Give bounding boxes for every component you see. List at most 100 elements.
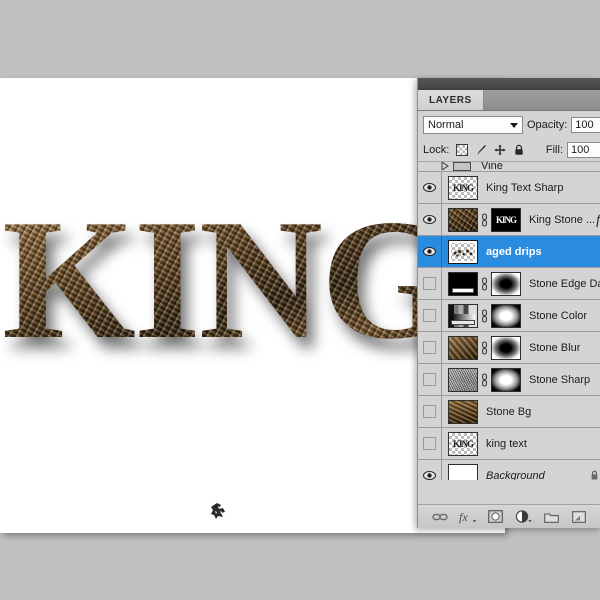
thumbnail-king-glyph: KING <box>452 438 474 449</box>
layer-effects-icon[interactable]: f <box>596 213 600 229</box>
lock-label: Lock: <box>423 144 450 156</box>
layer-visibility-toggle[interactable] <box>418 364 442 395</box>
layer-row-stone-color[interactable]: Stone Color <box>418 300 600 332</box>
layer-visibility-toggle[interactable] <box>418 300 442 331</box>
lock-all-icon[interactable] <box>513 144 525 156</box>
opacity-label: Opacity: <box>526 119 568 131</box>
chevron-right-icon[interactable] <box>441 162 449 170</box>
layer-thumbnail[interactable] <box>448 463 478 480</box>
layer-thumbnail[interactable] <box>448 303 478 328</box>
new-group-button[interactable] <box>542 509 560 525</box>
layers-panel-footer: fx <box>418 504 600 528</box>
mask-icon <box>488 510 503 523</box>
layer-thumbnail[interactable] <box>448 207 478 232</box>
folder-icon <box>453 162 471 171</box>
panel-tab-strip: LAYERS <box>418 90 600 111</box>
layer-name: Stone Bg <box>486 405 532 418</box>
lock-image-brush-icon[interactable] <box>475 144 487 156</box>
lock-fill-row: Lock: Fill: 100 <box>418 139 600 162</box>
fill-group: Fill: 100 <box>546 142 600 158</box>
panel-title-bar[interactable] <box>418 78 600 90</box>
layer-row-stone-sharp[interactable]: Stone Sharp <box>418 364 600 396</box>
layer-visibility-toggle[interactable] <box>418 460 442 480</box>
layer-mask-thumbnail[interactable] <box>491 271 521 296</box>
link-icon[interactable] <box>481 308 488 323</box>
blend-mode-select[interactable]: Normal <box>423 116 523 134</box>
mask-king-glyph: KING <box>495 214 517 225</box>
layer-name: Vine <box>481 162 503 172</box>
layer-thumbnail[interactable]: KING <box>448 175 478 200</box>
opacity-input[interactable]: 100 <box>571 117 600 133</box>
layer-mask-thumbnail[interactable]: KING <box>491 207 521 232</box>
layer-visibility-toggle[interactable] <box>418 332 442 363</box>
layer-thumbnail[interactable] <box>448 399 478 424</box>
link-icon[interactable] <box>481 340 488 355</box>
layer-name: King Stone ... <box>529 213 596 226</box>
new-fill-adjustment-button[interactable] <box>514 509 532 525</box>
layer-visibility-toggle[interactable] <box>418 172 442 203</box>
thumbnail-king-glyph: KING <box>452 182 474 193</box>
layer-thumbnails <box>442 271 521 296</box>
layers-panel: LAYERS Normal Opacity: 100 Lock: Fill: 1… <box>417 78 600 528</box>
new-layer-button[interactable] <box>570 509 588 525</box>
layer-name: Stone Blur <box>529 341 581 354</box>
fx-icon: fx <box>459 510 477 524</box>
layer-style-button[interactable]: fx <box>459 509 477 525</box>
layer-thumbnails <box>442 335 521 360</box>
layer-visibility-toggle[interactable] <box>418 236 442 267</box>
layer-list[interactable]: Vine KING King Text Sharp KING King Ston… <box>418 162 600 480</box>
layer-thumbnail[interactable] <box>448 271 478 296</box>
folder-icon <box>543 512 559 523</box>
layer-name: king text <box>486 437 527 450</box>
layer-row-stone-blur[interactable]: Stone Blur <box>418 332 600 364</box>
lock-transparency-icon[interactable] <box>456 144 469 156</box>
layer-thumbnail[interactable] <box>448 239 478 264</box>
layer-row-king-stone[interactable]: KING King Stone ... f <box>418 204 600 236</box>
eye-icon-off <box>423 341 436 354</box>
layer-row-king-text[interactable]: KING king text <box>418 428 600 460</box>
layer-name: Stone Color <box>529 309 588 322</box>
group-row-content: Vine <box>418 162 503 171</box>
layer-visibility-toggle[interactable] <box>418 268 442 299</box>
layer-thumbnails <box>442 239 478 264</box>
layer-row-king-text-sharp[interactable]: KING King Text Sharp <box>418 172 600 204</box>
layer-row-stone-edge-dark[interactable]: Stone Edge Dar <box>418 268 600 300</box>
layer-name: Background <box>486 469 545 481</box>
layer-row-background[interactable]: Background <box>418 460 600 480</box>
tab-strip-filler <box>484 90 600 110</box>
link-icon[interactable] <box>481 372 488 387</box>
link-icon <box>432 513 448 520</box>
link-layers-button[interactable] <box>431 509 449 525</box>
layer-visibility-toggle[interactable] <box>418 396 442 427</box>
layer-visibility-toggle[interactable] <box>418 204 442 235</box>
eye-icon-off <box>423 437 436 450</box>
tab-layers[interactable]: LAYERS <box>418 90 484 110</box>
add-layer-mask-button[interactable] <box>487 509 505 525</box>
layer-name: aged drips <box>486 245 542 258</box>
thumbnail-drips-texture <box>449 240 477 263</box>
svg-text:fx: fx <box>459 510 468 524</box>
new-layer-icon <box>572 510 586 523</box>
layer-thumbnail[interactable] <box>448 367 478 392</box>
layer-thumbnail[interactable]: KING <box>448 431 478 456</box>
layer-row-aged-drips[interactable]: aged drips <box>418 236 600 268</box>
fill-input[interactable]: 100 <box>567 142 600 158</box>
eye-icon <box>423 247 436 256</box>
eye-icon-off <box>423 405 436 418</box>
layer-thumbnails <box>442 463 478 480</box>
layer-mask-thumbnail[interactable] <box>491 303 521 328</box>
layer-mask-thumbnail[interactable] <box>491 335 521 360</box>
lock-position-move-icon[interactable] <box>494 144 506 156</box>
layer-row-vine[interactable]: Vine <box>418 162 600 172</box>
link-icon[interactable] <box>481 276 488 291</box>
layer-mask-thumbnail[interactable] <box>491 367 521 392</box>
layer-row-stone-bg[interactable]: Stone Bg <box>418 396 600 428</box>
king-artwork: KING <box>0 188 453 378</box>
blend-opacity-row: Normal Opacity: 100 <box>418 111 600 139</box>
layer-thumbnails: KING <box>442 207 521 232</box>
layer-visibility-toggle[interactable] <box>418 428 442 459</box>
link-icon[interactable] <box>481 212 488 227</box>
eye-icon-off <box>423 277 436 290</box>
lock-buttons-group <box>456 144 525 156</box>
layer-thumbnail[interactable] <box>448 335 478 360</box>
